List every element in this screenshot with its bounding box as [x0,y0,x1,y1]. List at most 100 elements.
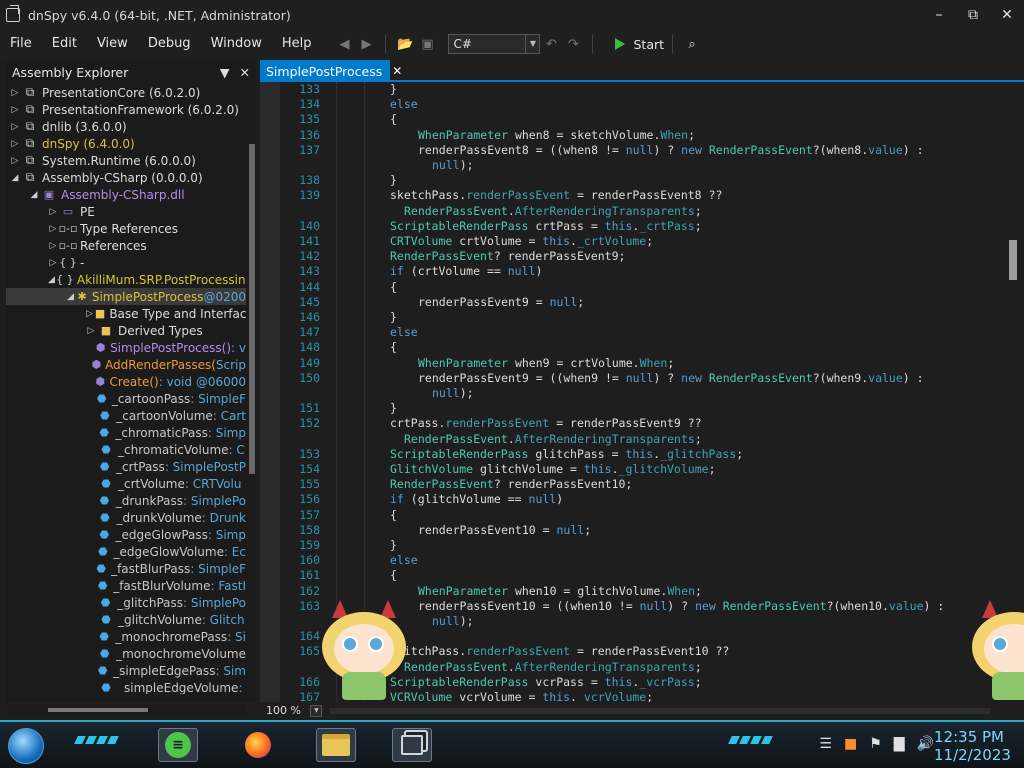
tree-node[interactable]: ⬣ _cartoonPass : SimpleF [6,390,246,407]
code-line[interactable]: 149 WhenParameter when9 = crtVolume.When; [280,355,674,371]
chevron-down-icon[interactable]: ▼ [220,65,230,80]
expand-arrow-icon[interactable]: ▷ [48,241,58,251]
flag-icon[interactable]: ⚑ [869,736,882,752]
tree-node[interactable]: ⬣ _simpleEdgePass : Sim [6,662,246,679]
expand-arrow-icon[interactable]: ▷ [10,139,20,149]
code-line[interactable]: 157 { [280,507,397,523]
tree-node[interactable]: ⬣ _monochromePass : Si [6,628,246,645]
code-line[interactable]: 141 CRTVolume crtVolume = this._crtVolume… [280,233,653,249]
code-line[interactable]: RenderPassEvent.AfterRenderingTransparen… [280,431,702,447]
tree-node[interactable]: ▷ ⧉ System.Runtime (6.0.0.0) [6,152,246,169]
tree-node[interactable]: ▷ ▫‐▫ References [6,237,246,254]
tree-node[interactable]: ▷ ⧉ PresentationFramework (6.0.2.0) [6,101,246,118]
expand-arrow-icon[interactable]: ◢ [29,190,39,200]
code-line[interactable]: RenderPassEvent.AfterRenderingTransparen… [280,659,702,675]
code-line[interactable]: 133} [280,82,397,97]
close-icon[interactable]: ✕ [392,64,402,78]
taskbar-app-firefox[interactable] [238,728,278,762]
code-line[interactable]: 146} [280,309,397,325]
code-line[interactable]: 152 crtPass.renderPassEvent = renderPassE… [280,415,701,431]
maximize-icon[interactable]: ⧉ [956,0,990,30]
expand-arrow-icon[interactable]: ◢ [10,173,20,183]
tree-node[interactable]: ▷ ■ Base Type and Interfac [6,305,246,322]
tree-node[interactable]: ⬣ _glitchVolume : Glitch [6,611,246,628]
code-line[interactable]: 155 RenderPassEvent? renderPassEvent10; [280,476,632,492]
tree-node[interactable]: ⬣ _edgeGlowPass : Simp [6,526,246,543]
expand-arrow-icon[interactable]: ▷ [10,156,20,166]
tree-horizontal-scrollbar[interactable] [8,705,246,715]
open-folder-icon[interactable]: 📂 [394,33,416,55]
code-line[interactable]: 154 GlitchVolume glitchVolume = this._gli… [280,461,715,477]
menu-view[interactable]: View [87,30,138,58]
menu-edit[interactable]: Edit [42,30,87,58]
code-line[interactable]: 166 ScriptableRenderPass vcrPass = this._… [280,674,701,690]
expand-arrow-icon[interactable]: ▷ [48,207,58,217]
back-icon[interactable]: ◀ [333,33,355,55]
close-icon[interactable]: ✕ [990,0,1024,30]
network-icon[interactable]: ☰ [819,736,832,752]
code-line[interactable]: 148 { [280,339,397,355]
expand-arrow-icon[interactable]: ▷ [86,309,93,319]
menu-debug[interactable]: Debug [138,30,201,58]
tree-node[interactable]: ▷{ } - [6,254,246,271]
menu-file[interactable]: File [0,30,42,58]
language-select[interactable]: C# ▼ [448,34,541,54]
tree-node[interactable]: ⬣ _drunkVolume : Drunk [6,509,246,526]
code-line[interactable]: 160 else [280,552,417,568]
tree-node[interactable]: ◢ ✱ SimplePostProcess @0200 [6,288,246,305]
tree-node[interactable]: ◢{ } AkilliMum.SRP.PostProcessing [6,271,246,288]
expand-arrow-icon[interactable]: ▷ [48,258,58,268]
tree-node[interactable]: ⬢ Create() : void @06000 [6,373,246,390]
code-line[interactable]: 142 RenderPassEvent? renderPassEvent9; [280,248,625,264]
code-line[interactable]: 136 WhenParameter when8 = sketchVolume.Wh… [280,127,695,143]
start-debug-button[interactable]: Start [615,37,664,52]
code-line[interactable]: 153 ScriptableRenderPass glitchPass = thi… [280,446,743,462]
tree-node[interactable]: ⬣ _chromaticPass : Simp [6,424,246,441]
code-line[interactable]: 150 renderPassEvent9 = ((when9 != null) ?… [280,370,923,386]
forward-icon[interactable]: ▶ [355,33,377,55]
code-line[interactable]: 164} [280,628,397,644]
tree-node[interactable]: ⬣ _simpleEdgeVolume : [6,679,246,695]
tree-node[interactable]: ⬣ _monochromeVolume [6,645,246,662]
code-line[interactable]: null); [280,613,474,629]
tree-node[interactable]: ▷ ⧉ PresentationCore (6.0.2.0) [6,84,246,101]
code-line[interactable]: 138} [280,172,397,188]
code-line[interactable]: null); [280,385,474,401]
expand-arrow-icon[interactable]: ◢ [48,275,55,285]
code-line[interactable]: 137 renderPassEvent8 = ((when8 != null) ?… [280,142,923,158]
code-line[interactable]: 161 { [280,567,397,583]
code-line[interactable]: 134 else [280,96,417,112]
code-line[interactable]: 144 { [280,279,397,295]
code-line[interactable]: 135 { [280,111,397,127]
code-line[interactable]: null); [280,157,474,173]
code-line[interactable]: 163 renderPassEvent10 = ((when10 != null)… [280,598,944,614]
code-line[interactable]: 143 if (crtVolume == null) [280,263,542,279]
redo-icon[interactable]: ↷ [562,33,584,55]
code-line[interactable]: 165 glitchPass.renderPassEvent = renderPa… [280,643,729,659]
tree-node[interactable]: ⬣ _drunkPass : SimplePo [6,492,246,509]
app-tray-icon[interactable]: ■ [844,736,857,752]
menu-help[interactable]: Help [272,30,322,58]
code-line[interactable]: 159} [280,537,397,553]
tree-node[interactable]: ⬣ _fastBlurPass : SimpleF [6,560,246,577]
save-icon[interactable]: ▣ [416,33,438,55]
taskbar-clock[interactable]: 12:35 PM 11/2/2023 [934,728,1011,764]
code-line[interactable]: 156 if (glitchVolume == null) [280,491,563,507]
taskbar-app-notes[interactable]: ≡ [158,728,198,762]
tree-hscroll-thumb[interactable] [48,708,148,712]
code-line[interactable]: 151} [280,400,397,416]
editor-scroll-thumb[interactable] [1009,240,1017,280]
tree-node[interactable]: ▷ ■ Derived Types [6,322,246,339]
code-line[interactable]: 147 else [280,324,417,340]
code-line[interactable]: RenderPassEvent.AfterRenderingTransparen… [280,203,702,219]
code-line[interactable]: 158 renderPassEvent10 = null; [280,522,591,538]
tree-node[interactable]: ⬣ _glitchPass : SimplePo [6,594,246,611]
code-line[interactable]: 145 renderPassEvent9 = null; [280,294,584,310]
undo-icon[interactable]: ↶ [540,33,562,55]
expand-arrow-icon[interactable]: ▷ [10,88,20,98]
code-line[interactable]: 162 WhenParameter when10 = glitchVolume.W… [280,583,702,599]
tree-node[interactable]: ⬣ _fastBlurVolume : FastI [6,577,246,594]
expand-arrow-icon[interactable]: ▷ [10,122,20,132]
tree-node[interactable]: ▷ ▭ PE [6,203,246,220]
tree-node[interactable]: ▷ ⧉ dnSpy (6.4.0.0) [6,135,246,152]
